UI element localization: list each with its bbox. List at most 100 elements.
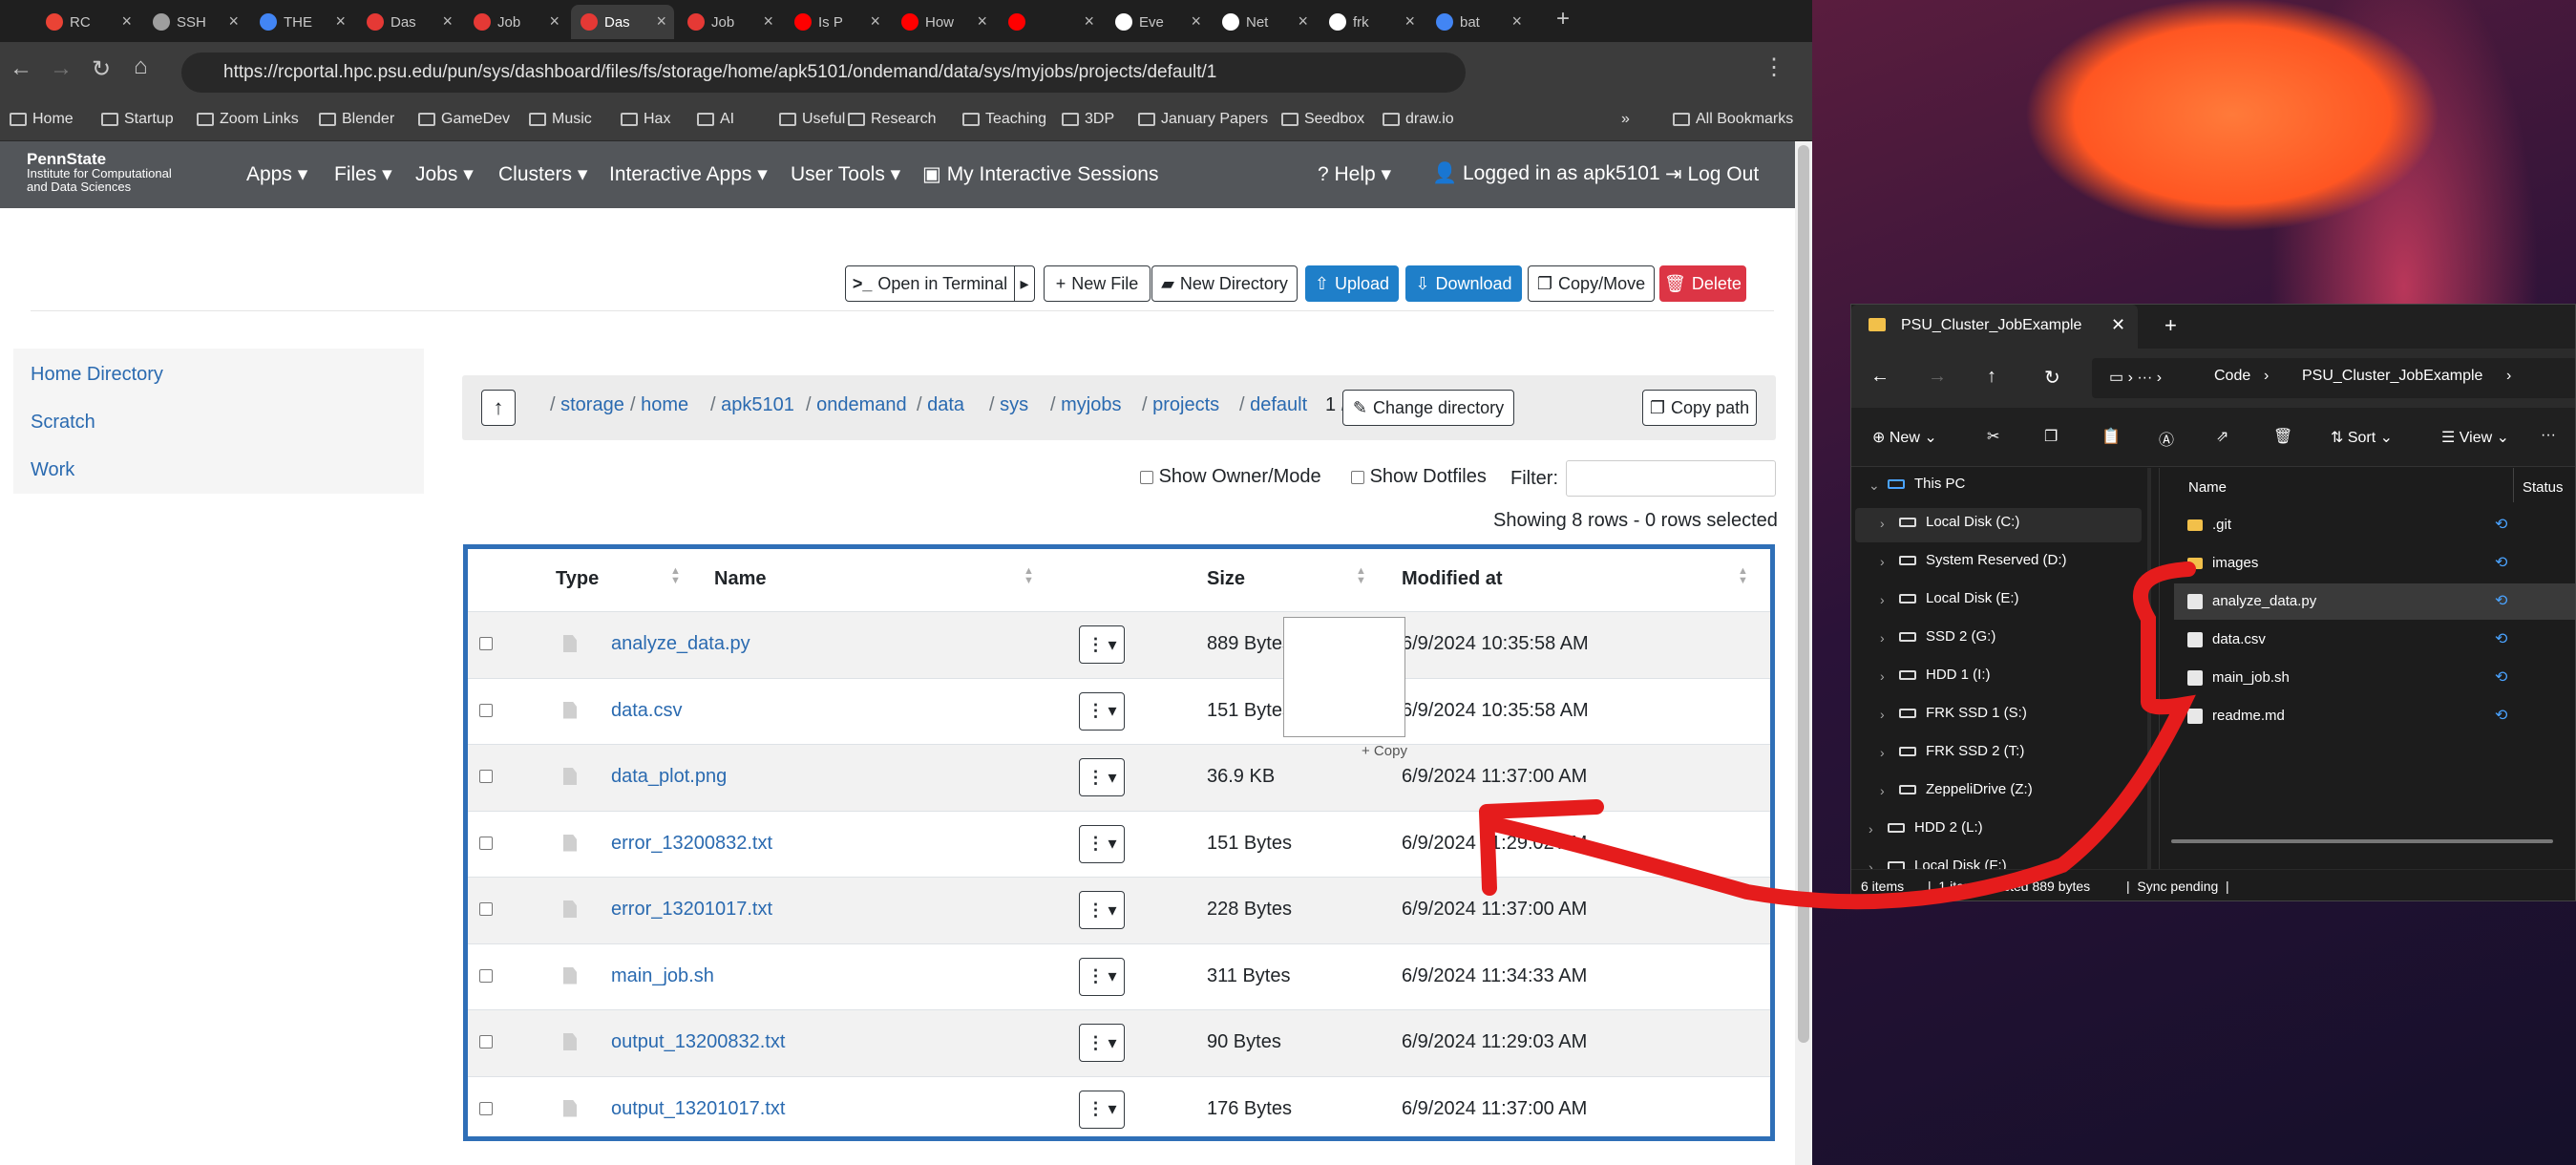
open-terminal-button[interactable]: >_ Open in Terminal (845, 265, 1015, 302)
download-button[interactable]: ⇩ Download (1405, 265, 1522, 302)
browser-tab[interactable]: THE × (250, 5, 353, 39)
bookmarks-overflow[interactable]: » (1621, 111, 1630, 128)
expand-chevron-icon[interactable]: › (1880, 745, 1885, 760)
browser-tab[interactable]: Eve × (1106, 5, 1209, 39)
table-row[interactable]: error_13200832.txt ⋮ ▾ 151 Bytes 6/9/2024 11… (468, 810, 1770, 878)
explorer-file-item[interactable]: main_job.sh (2187, 669, 2290, 686)
table-row[interactable]: data_plot.png ⋮ ▾ 36.9 KB 6/9/2024 11:37:00 … (468, 744, 1770, 811)
share-icon[interactable]: ⇗ (2216, 427, 2228, 446)
row-checkbox[interactable] (479, 968, 493, 983)
sort-icon[interactable]: ▲ ▼ (670, 566, 681, 586)
menu-icon[interactable]: ⋮ (1763, 53, 1785, 81)
row-actions-button[interactable]: ⋮ ▾ (1079, 1024, 1125, 1062)
show-owner-checkbox[interactable] (1140, 470, 1153, 484)
h-scrollbar[interactable] (2171, 839, 2553, 843)
table-row[interactable]: output_13201017.txt ⋮ ▾ 176 Bytes 6/9/2024 1… (468, 1075, 1770, 1143)
file-name-link[interactable]: main_job.sh (611, 965, 714, 987)
header-modified[interactable]: Modified at (1402, 568, 1503, 590)
table-row[interactable]: output_13200832.txt ⋮ ▾ 90 Bytes 6/9/2024 11… (468, 1009, 1770, 1076)
explorer-file-item[interactable]: readme.md (2187, 708, 2285, 724)
trash-icon[interactable]: 🗑 (2273, 427, 2292, 446)
paste-icon[interactable]: 📋 (2101, 427, 2121, 446)
sort-icon[interactable]: ▲ ▼ (1738, 566, 1748, 586)
row-checkbox[interactable] (479, 770, 493, 783)
copy-move-button[interactable]: ❐ Copy/Move (1528, 265, 1655, 302)
sidebar-home-directory[interactable]: Home Directory (31, 364, 163, 386)
browser-tab[interactable]: Job × (678, 5, 781, 39)
sidebar-work[interactable]: Work (31, 459, 74, 481)
new-button[interactable]: ⊕ New ⌄ (1872, 428, 1937, 447)
sort-icon[interactable]: ▲ ▼ (1024, 566, 1034, 586)
breadcrumb-item[interactable]: / projects (1142, 394, 1219, 416)
nav-my-sessions[interactable]: ▣ My Interactive Sessions (922, 162, 1158, 186)
breadcrumb-item[interactable]: / storage (550, 394, 624, 416)
column-name[interactable]: Name (2188, 479, 2227, 496)
row-checkbox[interactable] (479, 1035, 493, 1048)
expand-chevron-icon[interactable]: › (1880, 554, 1885, 569)
nav-apps[interactable]: Apps ▾ (246, 162, 307, 186)
back-icon[interactable]: ← (1870, 366, 1890, 388)
row-actions-button[interactable]: ⋮ ▾ (1079, 625, 1125, 664)
browser-tab[interactable]: Is P × (785, 5, 888, 39)
row-actions-button[interactable]: ⋮ ▾ (1079, 824, 1125, 863)
forward-icon[interactable]: → (50, 55, 73, 82)
close-tab-icon[interactable]: ✕ (2111, 315, 2125, 335)
table-row[interactable]: analyze_data.py ⋮ ▾ 889 Bytes 6/9/2024 10:35… (468, 611, 1770, 678)
sidebar-scratch[interactable]: Scratch (31, 412, 95, 434)
bookmark-item[interactable]: Zoom Links (197, 111, 299, 128)
new-tab-icon[interactable]: + (1556, 6, 1570, 32)
browser-tab[interactable]: RC × (36, 5, 139, 39)
breadcrumb-item[interactable]: / home (630, 394, 688, 416)
close-tab-icon[interactable]: × (121, 11, 132, 32)
page-scrollbar-thumb[interactable] (1798, 145, 1809, 1043)
browser-tab[interactable]: frk × (1320, 5, 1423, 39)
bookmark-item[interactable]: Music (529, 111, 592, 128)
row-checkbox[interactable] (479, 836, 493, 850)
bookmark-item[interactable]: Teaching (962, 111, 1046, 128)
row-actions-button[interactable]: ⋮ ▾ (1079, 758, 1125, 796)
file-name-link[interactable]: output_13201017.txt (611, 1098, 785, 1120)
cut-icon[interactable]: ✂ (1987, 427, 1999, 446)
sort-button[interactable]: ⇅ Sort ⌄ (2331, 428, 2393, 447)
close-tab-icon[interactable]: × (549, 11, 560, 32)
bookmark-item[interactable]: 3DP (1062, 111, 1114, 128)
tree-item[interactable]: Local Disk (C:) (1899, 514, 2019, 530)
reload-icon[interactable]: ↻ (92, 55, 111, 83)
browser-tab[interactable]: Das × (571, 5, 674, 39)
row-checkbox[interactable] (479, 902, 493, 916)
explorer-file-item[interactable]: analyze_data.py (2187, 593, 2316, 609)
expand-chevron-icon[interactable]: › (1880, 707, 1885, 722)
bookmark-item[interactable]: Seedbox (1281, 111, 1364, 128)
nav-clusters[interactable]: Clusters ▾ (498, 162, 587, 186)
close-tab-icon[interactable]: × (1298, 11, 1308, 32)
all-bookmarks[interactable]: All Bookmarks (1673, 111, 1793, 128)
tree-item[interactable]: SSD 2 (G:) (1899, 628, 1995, 645)
up-icon[interactable]: ↑ (1987, 366, 1996, 388)
bookmark-item[interactable]: Blender (319, 111, 394, 128)
row-actions-button[interactable]: ⋮ ▾ (1079, 691, 1125, 731)
path-project[interactable]: PSU_Cluster_JobExample (2302, 368, 2482, 385)
file-name-link[interactable]: data_plot.png (611, 766, 727, 788)
new-directory-button[interactable]: ▰ New Directory (1151, 265, 1298, 302)
expand-chevron-icon[interactable]: › (1880, 668, 1885, 684)
bookmark-item[interactable]: Useful (779, 111, 845, 128)
expand-chevron-icon[interactable]: › (1880, 592, 1885, 607)
breadcrumb-item[interactable]: / sys (989, 394, 1028, 416)
show-dotfiles-checkbox[interactable] (1351, 470, 1364, 484)
expand-chevron-icon[interactable]: ⌄ (1869, 477, 1880, 494)
bookmark-item[interactable]: Research (848, 111, 936, 128)
explorer-file-item[interactable]: images (2187, 555, 2258, 571)
tree-item[interactable]: System Reserved (D:) (1899, 552, 2067, 568)
path-code[interactable]: Code (2214, 368, 2250, 385)
close-tab-icon[interactable]: × (1084, 11, 1094, 32)
table-row[interactable]: main_job.sh ⋮ ▾ 311 Bytes 6/9/2024 11:34:33 … (468, 943, 1770, 1010)
column-status[interactable]: Status (2523, 479, 2564, 496)
bookmark-item[interactable]: January Papers (1138, 111, 1268, 128)
close-tab-icon[interactable]: × (977, 11, 987, 32)
nav-user-tools[interactable]: User Tools ▾ (791, 162, 900, 186)
bookmark-item[interactable]: Startup (101, 111, 174, 128)
browser-tab[interactable]: bat × (1426, 5, 1530, 39)
tree-item[interactable]: ZeppeliDrive (Z:) (1899, 781, 2033, 797)
row-checkbox[interactable] (479, 637, 493, 650)
expand-chevron-icon[interactable]: › (1880, 783, 1885, 798)
